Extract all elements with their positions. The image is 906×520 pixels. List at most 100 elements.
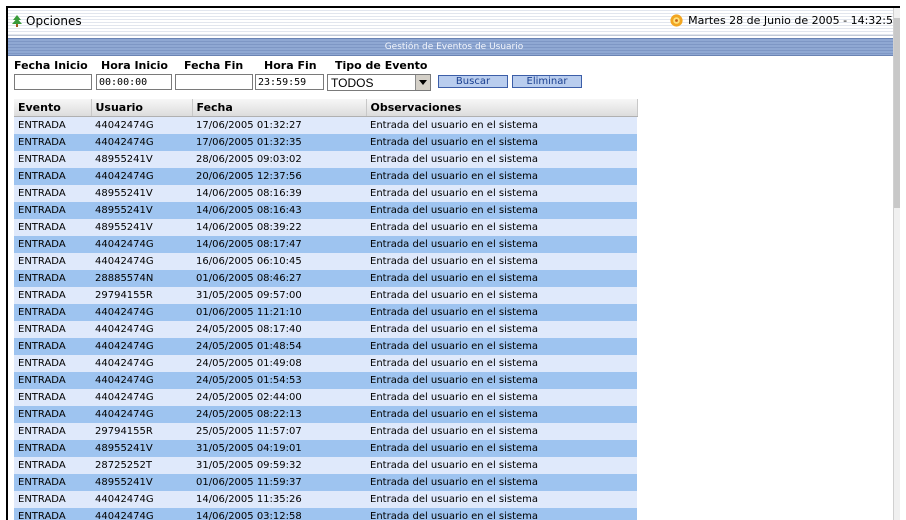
cell-usuario: 28725252T bbox=[91, 457, 192, 474]
table-row[interactable]: ENTRADA 48955241V 28/06/2005 09:03:02 Entra… bbox=[14, 151, 637, 168]
cell-observaciones: Entrada del usuario en el sistema bbox=[366, 134, 637, 151]
cell-observaciones: Entrada del usuario en el sistema bbox=[366, 287, 637, 304]
cell-usuario: 44042474G bbox=[91, 116, 192, 134]
table-row[interactable]: ENTRADA 44042474G 17/06/2005 01:32:27 Entra… bbox=[14, 116, 637, 134]
cell-observaciones: Entrada del usuario en el sistema bbox=[366, 457, 637, 474]
cell-evento: ENTRADA bbox=[14, 219, 91, 236]
cell-observaciones: Entrada del usuario en el sistema bbox=[366, 423, 637, 440]
cell-fecha: 14/06/2005 08:16:39 bbox=[192, 185, 366, 202]
cell-fecha: 24/05/2005 08:22:13 bbox=[192, 406, 366, 423]
cell-usuario: 28885574N bbox=[91, 270, 192, 287]
table-row[interactable]: ENTRADA 44042474G 14/06/2005 03:12:58 Entra… bbox=[14, 508, 637, 520]
cell-observaciones: Entrada del usuario en el sistema bbox=[366, 508, 637, 520]
fecha-fin-input[interactable] bbox=[175, 74, 253, 90]
cell-observaciones: Entrada del usuario en el sistema bbox=[366, 304, 637, 321]
cell-usuario: 44042474G bbox=[91, 389, 192, 406]
cell-evento: ENTRADA bbox=[14, 253, 91, 270]
cell-fecha: 24/05/2005 01:48:54 bbox=[192, 338, 366, 355]
table-row[interactable]: ENTRADA 29794155R 31/05/2005 09:57:00 Entra… bbox=[14, 287, 637, 304]
column-header-fecha[interactable]: Fecha bbox=[192, 99, 367, 117]
fecha-fin-label: Fecha Fin bbox=[184, 59, 244, 72]
table-row[interactable]: ENTRADA 28725252T 31/05/2005 09:59:32 Entra… bbox=[14, 457, 637, 474]
hora-inicio-input[interactable] bbox=[96, 74, 172, 90]
table-row[interactable]: ENTRADA 44042474G 01/06/2005 11:21:10 Entra… bbox=[14, 304, 637, 321]
tree-options-icon bbox=[12, 15, 22, 27]
cell-observaciones: Entrada del usuario en el sistema bbox=[366, 202, 637, 219]
cell-fecha: 17/06/2005 01:32:35 bbox=[192, 134, 366, 151]
cell-observaciones: Entrada del usuario en el sistema bbox=[366, 372, 637, 389]
cell-usuario: 44042474G bbox=[91, 253, 192, 270]
events-table: Evento Usuario Fecha Observaciones ENTRA… bbox=[14, 99, 638, 520]
buscar-button[interactable]: Buscar bbox=[438, 75, 508, 88]
datetime-display: Martes 28 de Junio de 2005 - 14:32:58 bbox=[669, 13, 900, 28]
cell-fecha: 01/06/2005 08:46:27 bbox=[192, 270, 366, 287]
cell-usuario: 48955241V bbox=[91, 440, 192, 457]
table-row[interactable]: ENTRADA 44042474G 24/05/2005 02:44:00 Entra… bbox=[14, 389, 637, 406]
cell-usuario: 48955241V bbox=[91, 202, 192, 219]
options-label: Opciones bbox=[26, 14, 82, 28]
cell-observaciones: Entrada del usuario en el sistema bbox=[366, 236, 637, 253]
cell-evento: ENTRADA bbox=[14, 287, 91, 304]
fecha-inicio-input[interactable] bbox=[14, 74, 92, 90]
scrollbar-thumb[interactable] bbox=[894, 18, 900, 208]
table-row[interactable]: ENTRADA 29794155R 25/05/2005 11:57:07 Entra… bbox=[14, 423, 637, 440]
table-row[interactable]: ENTRADA 48955241V 14/06/2005 08:16:43 Entra… bbox=[14, 202, 637, 219]
cell-observaciones: Entrada del usuario en el sistema bbox=[366, 389, 637, 406]
cell-usuario: 44042474G bbox=[91, 491, 192, 508]
table-row[interactable]: ENTRADA 48955241V 31/05/2005 04:19:01 Entra… bbox=[14, 440, 637, 457]
options-menu[interactable]: Opciones bbox=[11, 14, 82, 28]
column-header-usuario[interactable]: Usuario bbox=[91, 99, 193, 117]
cell-evento: ENTRADA bbox=[14, 338, 91, 355]
cell-observaciones: Entrada del usuario en el sistema bbox=[366, 440, 637, 457]
table-row[interactable]: ENTRADA 44042474G 24/05/2005 01:48:54 Entra… bbox=[14, 338, 637, 355]
table-row[interactable]: ENTRADA 44042474G 24/05/2005 08:22:13 Entra… bbox=[14, 406, 637, 423]
vertical-scrollbar[interactable] bbox=[893, 8, 900, 520]
datetime-text: Martes 28 de Junio de 2005 - 14:32:58 bbox=[688, 14, 900, 27]
cell-evento: ENTRADA bbox=[14, 372, 91, 389]
tipo-evento-select[interactable]: TODOS bbox=[327, 74, 431, 91]
table-row[interactable]: ENTRADA 44042474G 20/06/2005 12:37:56 Entra… bbox=[14, 168, 637, 185]
cell-evento: ENTRADA bbox=[14, 304, 91, 321]
cell-evento: ENTRADA bbox=[14, 389, 91, 406]
cell-evento: ENTRADA bbox=[14, 236, 91, 253]
events-table-body: ENTRADA 44042474G 17/06/2005 01:32:27 Entra… bbox=[14, 116, 637, 520]
cell-observaciones: Entrada del usuario en el sistema bbox=[366, 270, 637, 287]
fecha-inicio-label: Fecha Inicio bbox=[14, 59, 88, 72]
hora-fin-label: Hora Fin bbox=[264, 59, 317, 72]
table-row[interactable]: ENTRADA 44042474G 16/06/2005 06:10:45 Entra… bbox=[14, 253, 637, 270]
cell-usuario: 44042474G bbox=[91, 372, 192, 389]
cell-observaciones: Entrada del usuario en el sistema bbox=[366, 151, 637, 168]
chevron-down-icon[interactable] bbox=[415, 75, 430, 90]
cell-fecha: 14/06/2005 08:16:43 bbox=[192, 202, 366, 219]
cell-fecha: 25/05/2005 11:57:07 bbox=[192, 423, 366, 440]
table-row[interactable]: ENTRADA 44042474G 24/05/2005 08:17:40 Entra… bbox=[14, 321, 637, 338]
table-row[interactable]: ENTRADA 44042474G 17/06/2005 01:32:35 Entra… bbox=[14, 134, 637, 151]
cell-evento: ENTRADA bbox=[14, 440, 91, 457]
table-row[interactable]: ENTRADA 44042474G 14/06/2005 11:35:26 Entra… bbox=[14, 491, 637, 508]
cell-fecha: 31/05/2005 09:57:00 bbox=[192, 287, 366, 304]
table-row[interactable]: ENTRADA 44042474G 24/05/2005 01:49:08 Entra… bbox=[14, 355, 637, 372]
cell-observaciones: Entrada del usuario en el sistema bbox=[366, 253, 637, 270]
cell-fecha: 01/06/2005 11:21:10 bbox=[192, 304, 366, 321]
column-header-observaciones[interactable]: Observaciones bbox=[366, 99, 638, 117]
cell-observaciones: Entrada del usuario en el sistema bbox=[366, 219, 637, 236]
eliminar-button[interactable]: Eliminar bbox=[512, 75, 582, 88]
cell-usuario: 48955241V bbox=[91, 151, 192, 168]
table-row[interactable]: ENTRADA 44042474G 24/05/2005 01:54:53 Entra… bbox=[14, 372, 637, 389]
cell-evento: ENTRADA bbox=[14, 270, 91, 287]
table-row[interactable]: ENTRADA 28885574N 01/06/2005 08:46:27 Entra… bbox=[14, 270, 637, 287]
table-row[interactable]: ENTRADA 48955241V 14/06/2005 08:39:22 Entra… bbox=[14, 219, 637, 236]
table-row[interactable]: ENTRADA 48955241V 01/06/2005 11:59:37 Entra… bbox=[14, 474, 637, 491]
hora-inicio-label: Hora Inicio bbox=[101, 59, 168, 72]
tipo-evento-label: Tipo de Evento bbox=[335, 59, 428, 72]
cell-fecha: 20/06/2005 12:37:56 bbox=[192, 168, 366, 185]
column-header-evento[interactable]: Evento bbox=[14, 99, 92, 117]
cell-observaciones: Entrada del usuario en el sistema bbox=[366, 406, 637, 423]
hora-fin-input[interactable] bbox=[255, 74, 324, 90]
cell-usuario: 44042474G bbox=[91, 134, 192, 151]
cell-usuario: 44042474G bbox=[91, 304, 192, 321]
cell-observaciones: Entrada del usuario en el sistema bbox=[366, 491, 637, 508]
table-row[interactable]: ENTRADA 48955241V 14/06/2005 08:16:39 Entra… bbox=[14, 185, 637, 202]
table-row[interactable]: ENTRADA 44042474G 14/06/2005 08:17:47 Entra… bbox=[14, 236, 637, 253]
cell-usuario: 48955241V bbox=[91, 185, 192, 202]
